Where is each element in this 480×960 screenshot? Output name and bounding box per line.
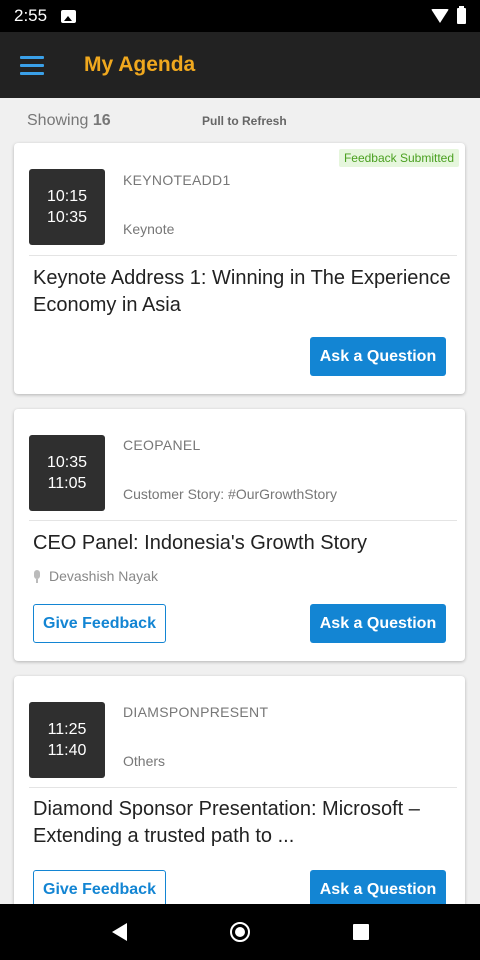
session-track: Customer Story: #OurGrowthStory: [123, 486, 337, 502]
divider: [29, 787, 457, 788]
session-count: 16: [92, 112, 111, 129]
feedback-submitted-badge: Feedback Submitted: [338, 149, 459, 167]
session-time: 10:35 11:05: [29, 435, 105, 511]
start-time: 10:15: [46, 188, 88, 205]
divider: [29, 520, 457, 521]
session-time: 11:25 11:40: [29, 702, 105, 778]
start-time: 11:25: [47, 721, 87, 738]
photo-icon: [61, 9, 77, 23]
give-feedback-button[interactable]: Give Feedback: [33, 604, 166, 643]
ask-question-button[interactable]: Ask a Question: [310, 337, 446, 376]
pull-to-refresh-hint: Pull to Refresh: [202, 114, 287, 128]
recents-icon[interactable]: [352, 924, 369, 940]
end-time: 11:40: [47, 742, 87, 759]
session-title[interactable]: Keynote Address 1: Winning in The Experi…: [33, 265, 455, 319]
ask-question-button[interactable]: Ask a Question: [310, 870, 446, 904]
showing-count: Showing 16: [27, 112, 111, 130]
status-bar: 2:55: [0, 0, 480, 32]
session-card[interactable]: 11:25 11:40 DIAMSPONPRESENT Others Diamo…: [14, 676, 465, 904]
end-time: 10:35: [46, 209, 88, 226]
session-code: KEYNOTEADD1: [123, 172, 231, 188]
ask-question-button[interactable]: Ask a Question: [310, 604, 446, 643]
wifi-icon: [431, 9, 449, 23]
app-bar: My Agenda: [0, 32, 480, 98]
speaker: Devashish Nayak: [33, 568, 158, 584]
status-time: 2:55: [14, 6, 48, 25]
mic-icon: [33, 569, 41, 583]
status-icons: [431, 6, 466, 24]
speaker-name: Devashish Nayak: [49, 568, 158, 584]
divider: [29, 255, 457, 256]
menu-icon[interactable]: [0, 32, 64, 98]
session-card[interactable]: Feedback Submitted 10:15 10:35 KEYNOTEAD…: [14, 143, 465, 394]
session-code: CEOPANEL: [123, 437, 201, 453]
back-icon[interactable]: [111, 923, 127, 941]
session-card[interactable]: 10:35 11:05 CEOPANEL Customer Story: #Ou…: [14, 409, 465, 661]
agenda-list[interactable]: Showing 16 Pull to Refresh Feedback Subm…: [0, 98, 480, 904]
give-feedback-button[interactable]: Give Feedback: [33, 870, 166, 904]
session-title[interactable]: Diamond Sponsor Presentation: Microsoft …: [33, 796, 455, 850]
home-icon[interactable]: [229, 922, 250, 942]
session-track: Keynote: [123, 221, 175, 237]
session-title[interactable]: CEO Panel: Indonesia's Growth Story: [33, 530, 455, 557]
battery-icon: [457, 6, 466, 24]
session-time: 10:15 10:35: [29, 169, 105, 245]
session-track: Others: [123, 753, 166, 769]
session-code: DIAMSPONPRESENT: [123, 704, 269, 720]
navigation-bar: [0, 904, 480, 960]
start-time: 10:35: [46, 454, 88, 471]
page-title: My Agenda: [84, 53, 196, 76]
showing-label: Showing: [27, 112, 89, 129]
end-time: 11:05: [47, 475, 87, 492]
